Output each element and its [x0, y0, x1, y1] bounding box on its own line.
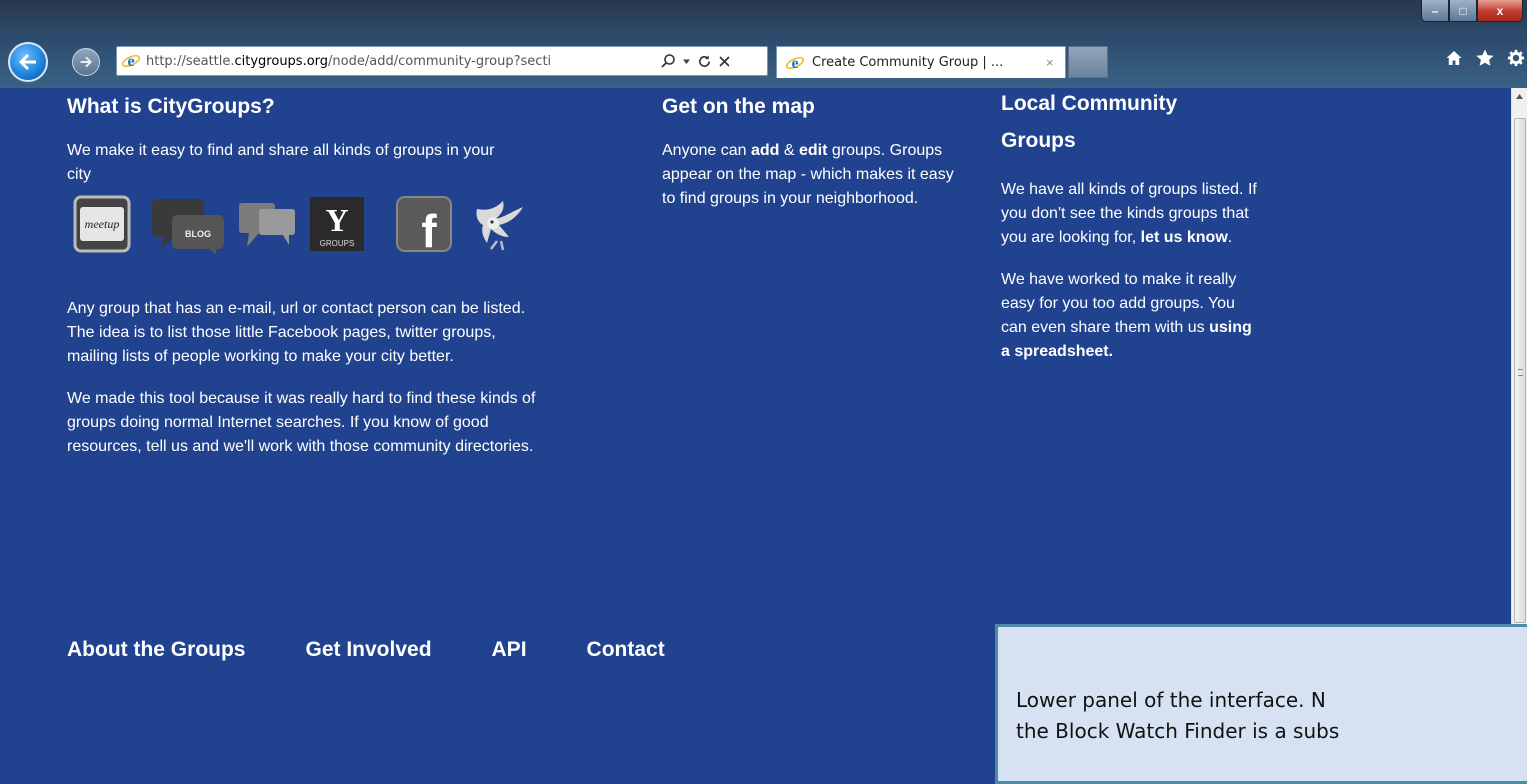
footer-link-contact[interactable]: Contact: [587, 638, 665, 662]
dropdown-arrow-icon[interactable]: [682, 57, 691, 66]
svg-text:f: f: [421, 205, 437, 253]
blog-icon: BLOG: [147, 193, 231, 255]
svg-text:BLOG: BLOG: [185, 229, 211, 239]
command-icons: [1445, 48, 1525, 74]
get-on-the-map-section: Get on the map Anyone can add & edit gro…: [662, 88, 962, 211]
social-icons-row: meetup BLOG Y GROUPS f: [67, 191, 557, 257]
scroll-grip-icon: [1518, 369, 1523, 376]
footer-link-api[interactable]: API: [492, 638, 527, 662]
address-bar[interactable]: e http://seattle.citygroups.org/node/add…: [116, 46, 768, 76]
footer-link-about[interactable]: About the Groups: [67, 638, 245, 662]
forward-arrow-icon: [80, 56, 92, 68]
listing-description: Any group that has an e-mail, url or con…: [67, 300, 526, 365]
new-tab-button[interactable]: [1068, 46, 1108, 78]
tab-close-icon[interactable]: ×: [1046, 55, 1054, 70]
title-bar: [0, 0, 1527, 36]
footer-link-get-involved[interactable]: Get Involved: [305, 638, 431, 662]
map-description: Anyone can add & edit groups. Groups app…: [662, 142, 954, 207]
stop-icon[interactable]: [718, 55, 731, 68]
back-arrow-icon: [19, 54, 36, 70]
facebook-icon: f: [391, 195, 457, 253]
ie-logo-icon: e: [120, 50, 142, 72]
svg-text:Y: Y: [325, 202, 348, 238]
minimize-button[interactable]: –: [1421, 0, 1449, 22]
get-on-the-map-heading: Get on the map: [662, 95, 815, 118]
url-text[interactable]: http://seattle.citygroups.org/node/add/c…: [146, 54, 654, 69]
callout-line-2: the Block Watch Finder is a subs: [1016, 719, 1340, 743]
local-community-groups-section: Local Community Groups We have all kinds…: [1001, 88, 1261, 364]
twitter-bird-icon: [469, 193, 539, 255]
svg-text:e: e: [791, 55, 798, 72]
footer-nav: About the Groups Get Involved API Contac…: [67, 638, 665, 662]
tab-ie-logo-icon: e: [784, 52, 806, 74]
add-groups-text: We have worked to make it really easy fo…: [1001, 271, 1252, 360]
scroll-thumb[interactable]: [1514, 118, 1526, 623]
refresh-icon[interactable]: [697, 54, 712, 69]
local-community-groups-heading: Local Community Groups: [1001, 92, 1178, 152]
chat-bubbles-icon: [235, 195, 301, 253]
tab-title: Create Community Group | ...: [812, 55, 1004, 70]
intro-text: We make it easy to find and share all ki…: [67, 142, 495, 183]
groups-listed-text: We have all kinds of groups listed. If y…: [1001, 181, 1257, 246]
add-link[interactable]: add: [751, 142, 779, 159]
window-controls: – □ x: [1421, 0, 1523, 28]
callout-line-1: Lower panel of the interface. N: [1016, 688, 1326, 712]
let-us-know-link[interactable]: let us know: [1141, 229, 1228, 246]
yahoo-groups-icon: Y GROUPS: [305, 195, 369, 253]
edit-link[interactable]: edit: [799, 142, 827, 159]
svg-text:e: e: [127, 53, 134, 70]
back-button[interactable]: [8, 42, 48, 82]
close-window-button[interactable]: x: [1477, 0, 1523, 22]
what-is-citygroups-section: What is CityGroups? We make it easy to f…: [67, 88, 557, 459]
svg-text:meetup: meetup: [85, 217, 120, 231]
gear-icon[interactable]: [1507, 48, 1525, 74]
forward-button[interactable]: [72, 48, 100, 76]
svg-text:GROUPS: GROUPS: [320, 239, 355, 248]
what-is-citygroups-heading: What is CityGroups?: [67, 95, 275, 118]
maximize-button[interactable]: □: [1449, 0, 1477, 22]
meetup-icon: meetup: [67, 193, 137, 255]
annotation-callout: Lower panel of the interface. N the Bloc…: [995, 624, 1527, 784]
browser-chrome: – □ x e http://seattle.citygroups.org/no…: [0, 0, 1527, 88]
address-tools: [660, 53, 731, 69]
scroll-up-icon[interactable]: [1515, 92, 1524, 102]
search-icon[interactable]: [660, 53, 676, 69]
page-content: What is CityGroups? We make it easy to f…: [0, 88, 1527, 784]
favorites-star-icon[interactable]: [1475, 48, 1495, 74]
home-icon[interactable]: [1445, 49, 1463, 73]
tool-motivation: We made this tool because it was really …: [67, 390, 536, 455]
browser-tab[interactable]: e Create Community Group | ... ×: [776, 46, 1066, 78]
